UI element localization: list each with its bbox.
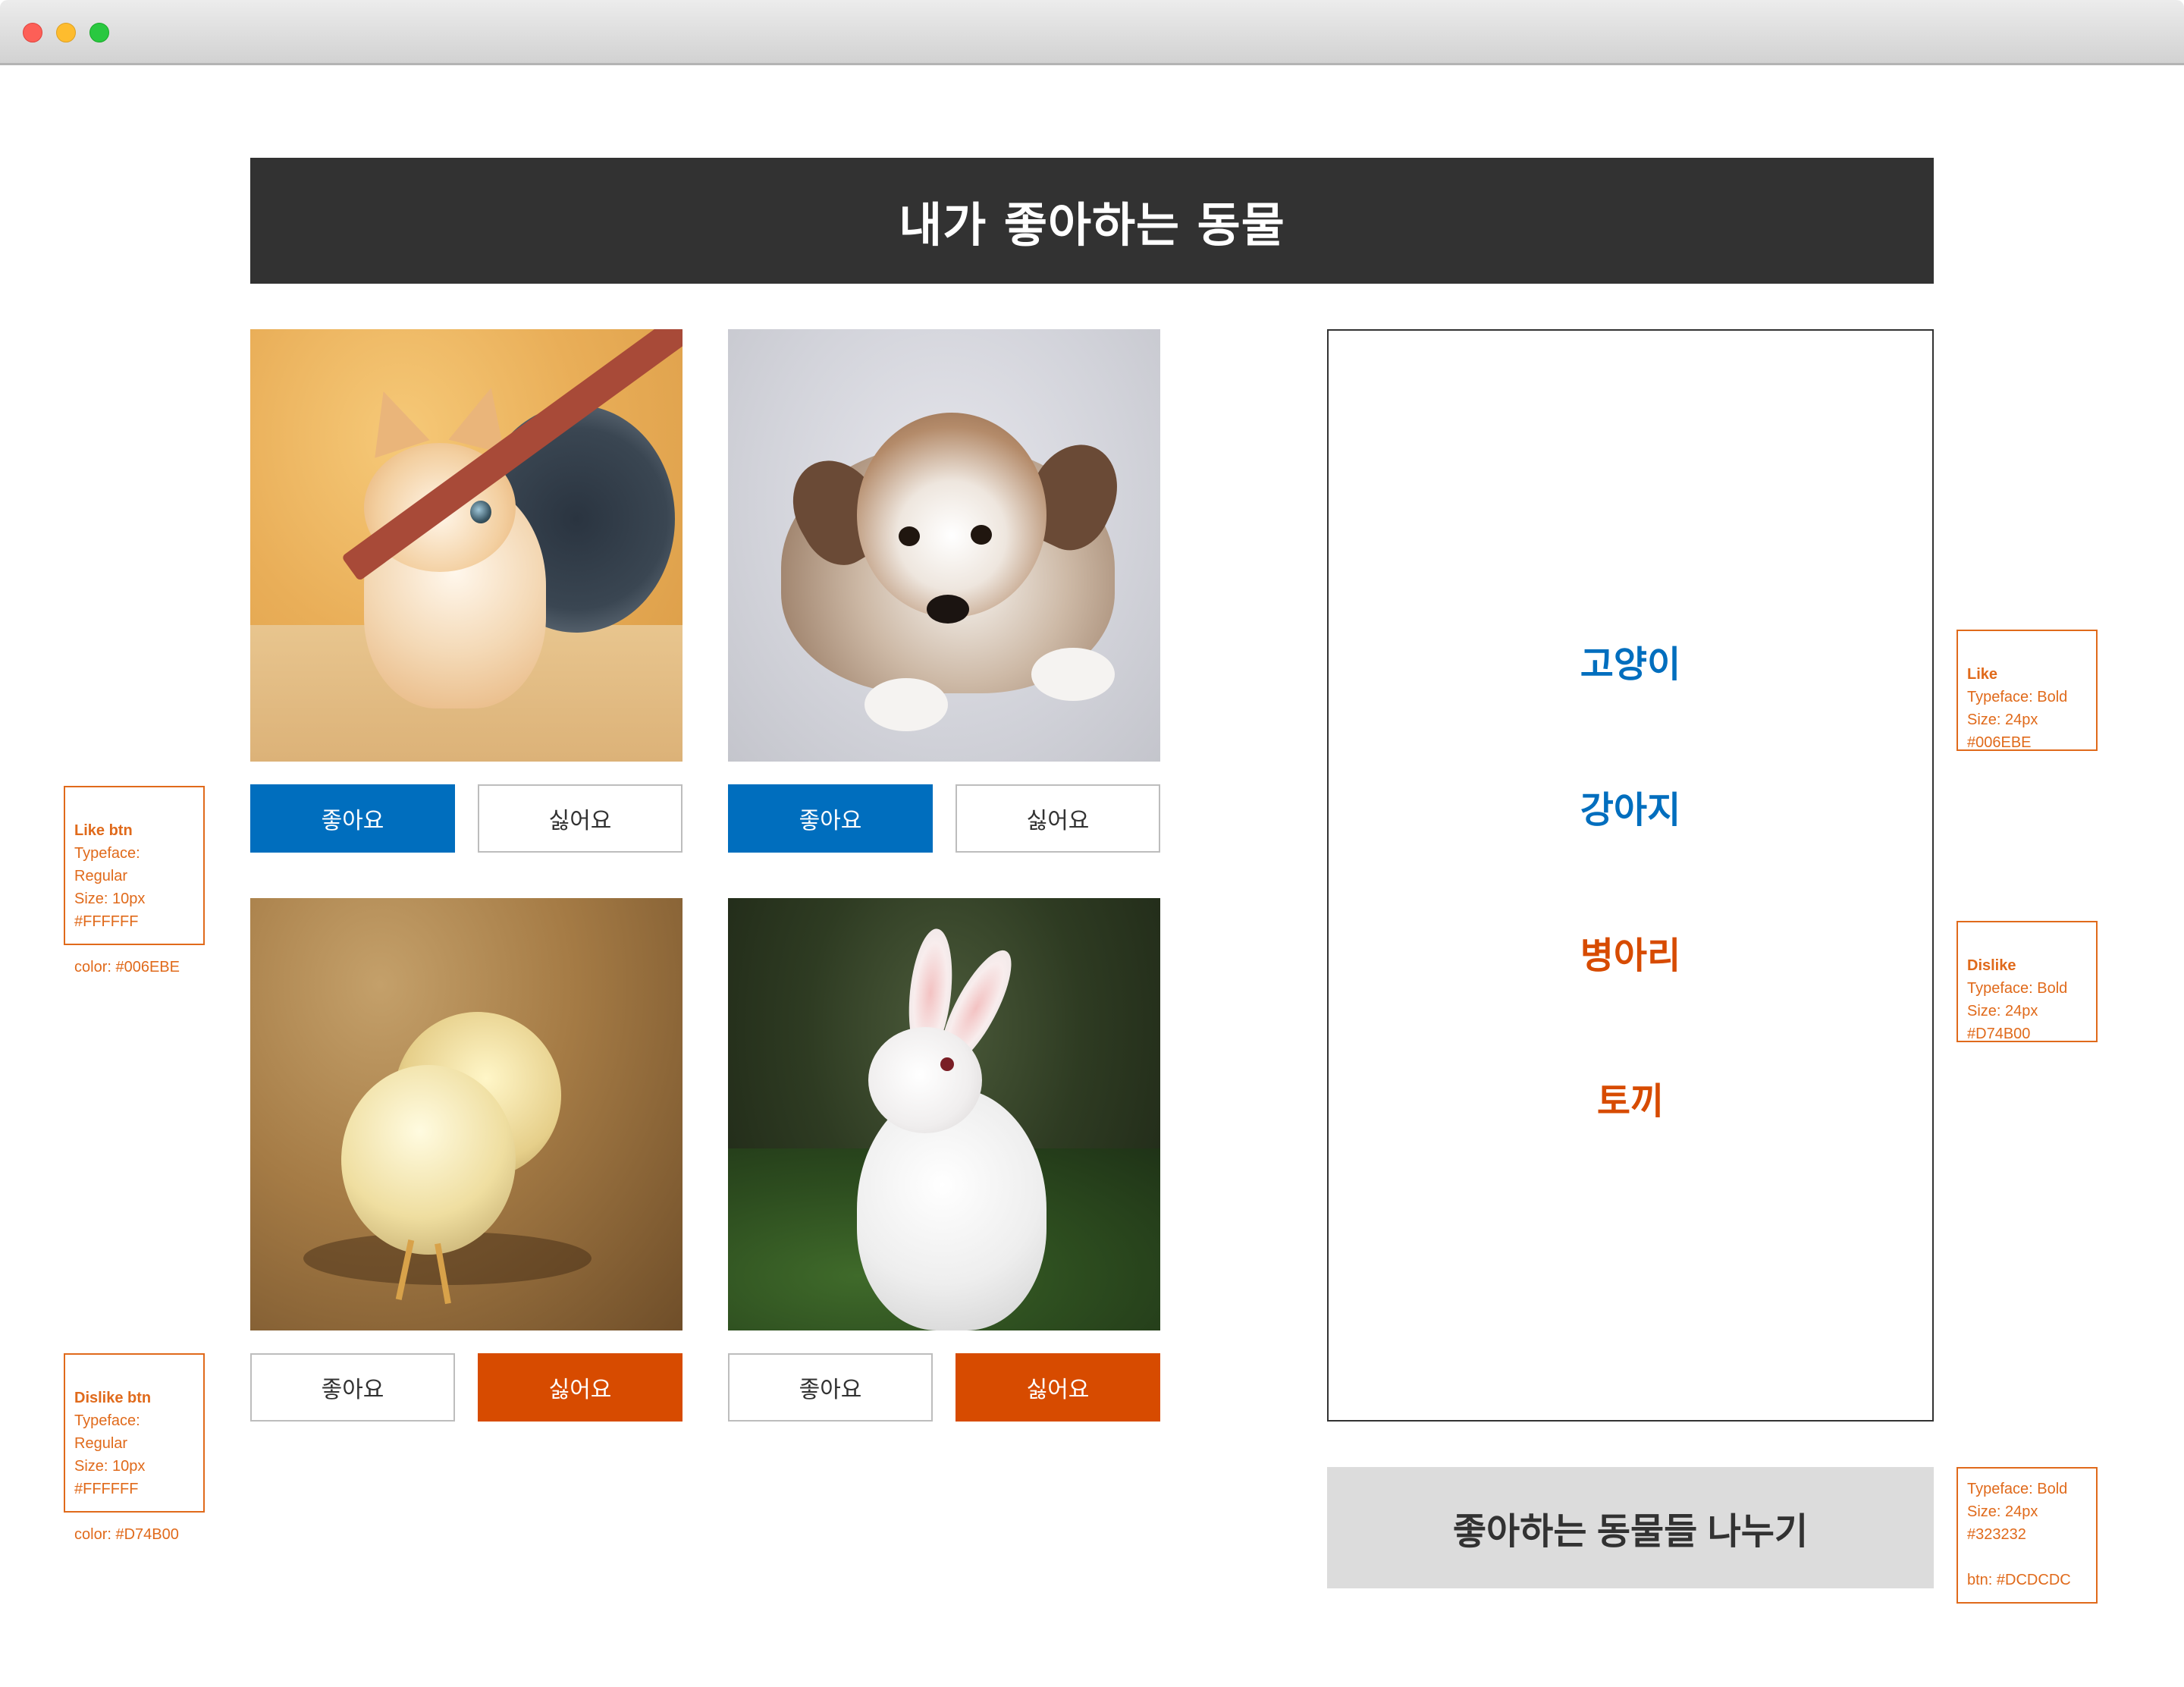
annotation-line: #FFFFFF bbox=[74, 913, 139, 930]
results-panel: 고양이 강아지 병아리 토끼 bbox=[1327, 329, 1934, 1422]
close-window-button[interactable] bbox=[23, 23, 42, 42]
annotation-line: Typeface: Bold bbox=[1967, 980, 2068, 997]
annotation-line: btn: #DCDCDC bbox=[1967, 1572, 2071, 1588]
chick-like-button[interactable]: 좋아요 bbox=[250, 1353, 455, 1422]
annotation-like-button-spec: Like btn Typeface: Regular Size: 10px #FF… bbox=[64, 786, 205, 975]
minimize-window-button[interactable] bbox=[56, 23, 76, 42]
annotation-line: #D74B00 bbox=[1967, 1026, 2031, 1042]
animal-card-dog: 좋아요 싫어요 bbox=[728, 329, 1160, 853]
annotation-dislike-spec: Dislike Typeface: Bold Size: 24px #D74B00 bbox=[1956, 921, 2098, 1042]
page-title: 내가 좋아하는 동물 bbox=[899, 197, 1285, 253]
share-button[interactable]: 좋아하는 동물들 나누기 bbox=[1327, 1467, 1934, 1588]
animal-card-rabbit: 좋아요 싫어요 bbox=[728, 898, 1160, 1422]
annotation-dislike-button-spec: Dislike btn Typeface: Regular Size: 10px … bbox=[64, 1353, 205, 1543]
annotation-line: Typeface: Bold bbox=[1967, 689, 2068, 705]
rabbit-dislike-button[interactable]: 싫어요 bbox=[956, 1353, 1160, 1422]
rabbit-like-button[interactable]: 좋아요 bbox=[728, 1353, 933, 1422]
annotation-title: Dislike bbox=[1967, 957, 2016, 974]
annotation-title: Dislike btn bbox=[74, 1390, 152, 1406]
chick-photo bbox=[250, 898, 682, 1330]
annotation-line: Size: 24px bbox=[1967, 1003, 2038, 1019]
chick-dislike-button[interactable]: 싫어요 bbox=[478, 1353, 682, 1422]
annotation-line: Size: 10px bbox=[74, 1458, 146, 1475]
dog-photo bbox=[728, 329, 1160, 762]
annotation-like-spec: Like Typeface: Bold Size: 24px #006EBE bbox=[1956, 630, 2098, 751]
annotation-line: Size: 24px bbox=[1967, 1503, 2038, 1520]
result-item-dog: 강아지 bbox=[1580, 789, 1681, 831]
annotation-title: Like btn bbox=[74, 822, 133, 839]
cat-dislike-button[interactable]: 싫어요 bbox=[478, 784, 682, 853]
annotation-share-button-spec: Typeface: Bold Size: 24px #323232 btn: #… bbox=[1956, 1467, 2098, 1604]
window-titlebar bbox=[0, 0, 2184, 65]
annotation-line: Typeface: Regular bbox=[74, 845, 140, 884]
annotation-line: Size: 24px bbox=[1967, 712, 2038, 728]
cat-photo bbox=[250, 329, 682, 762]
dog-like-button[interactable]: 좋아요 bbox=[728, 784, 933, 853]
annotation-line: Typeface: Bold bbox=[1967, 1481, 2068, 1497]
cat-like-button[interactable]: 좋아요 bbox=[250, 784, 455, 853]
result-item-chick: 병아리 bbox=[1580, 935, 1681, 977]
annotation-line: #FFFFFF bbox=[74, 1481, 139, 1497]
dog-dislike-button[interactable]: 싫어요 bbox=[956, 784, 1160, 853]
result-item-cat: 고양이 bbox=[1580, 643, 1681, 686]
annotation-line: Size: 10px bbox=[74, 891, 146, 907]
maximize-window-button[interactable] bbox=[89, 23, 109, 42]
animal-card-cat: 좋아요 싫어요 bbox=[250, 329, 682, 853]
result-item-rabbit: 토끼 bbox=[1596, 1080, 1665, 1123]
animal-card-chick: 좋아요 싫어요 bbox=[250, 898, 682, 1422]
annotation-line: #323232 bbox=[1967, 1526, 2026, 1543]
annotation-title: Like bbox=[1967, 666, 1998, 683]
annotation-line: #006EBE bbox=[1967, 734, 2032, 751]
annotation-line: color: #006EBE bbox=[74, 959, 180, 975]
annotation-line: color: #D74B00 bbox=[74, 1526, 179, 1543]
annotation-line: Typeface: Regular bbox=[74, 1412, 140, 1452]
rabbit-photo bbox=[728, 898, 1160, 1330]
page-header: 내가 좋아하는 동물 bbox=[250, 158, 1934, 284]
